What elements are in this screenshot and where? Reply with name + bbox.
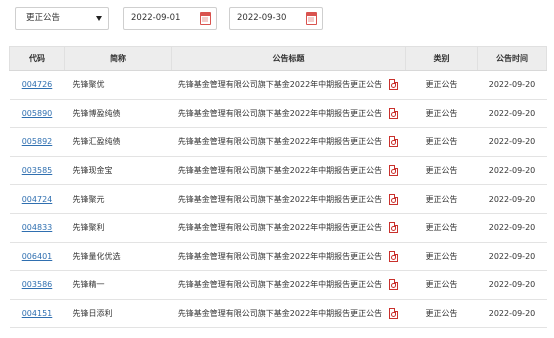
announcement-category: 更正公告 — [405, 242, 478, 272]
pdf-icon[interactable] — [388, 279, 398, 291]
calendar-icon[interactable] — [306, 12, 317, 25]
col-header-title[interactable]: 公告标题 — [171, 46, 406, 71]
announcement-time: 2022-09-20 — [477, 299, 547, 329]
announcement-category: 更正公告 — [405, 99, 478, 129]
table-header-row: 代码 简称 公告标题 类别 公告时间 — [9, 46, 547, 71]
col-header-name[interactable]: 简称 — [64, 46, 172, 71]
announcement-title-link[interactable]: 先锋基金管理有限公司旗下基金2022年中期报告更正公告 — [178, 136, 382, 147]
fund-code-link[interactable]: 005890 — [22, 109, 53, 118]
announcement-category: 更正公告 — [405, 184, 478, 214]
table-row: 005892 先锋汇盈纯债 先锋基金管理有限公司旗下基金2022年中期报告更正公… — [9, 127, 547, 157]
table-row: 006401 先锋量化优选 先锋基金管理有限公司旗下基金2022年中期报告更正公… — [9, 242, 547, 272]
announcement-title-link[interactable]: 先锋基金管理有限公司旗下基金2022年中期报告更正公告 — [178, 165, 382, 176]
announcement-time: 2022-09-20 — [477, 184, 547, 214]
announcement-title-link[interactable]: 先锋基金管理有限公司旗下基金2022年中期报告更正公告 — [178, 308, 382, 319]
announcement-type-select[interactable]: 更正公告 — [15, 7, 109, 30]
announcement-title-link[interactable]: 先锋基金管理有限公司旗下基金2022年中期报告更正公告 — [178, 194, 382, 205]
announcement-category: 更正公告 — [405, 299, 478, 329]
announcement-category: 更正公告 — [405, 127, 478, 157]
announcement-table: 代码 简称 公告标题 类别 公告时间 004726 先锋聚优 先锋基金管理有限公… — [9, 46, 547, 329]
fund-code-link[interactable]: 004151 — [22, 309, 53, 318]
announcement-category: 更正公告 — [405, 70, 478, 100]
fund-name: 先锋博盈纯债 — [64, 99, 172, 129]
fund-code-link[interactable]: 004726 — [22, 80, 53, 89]
pdf-icon[interactable] — [388, 79, 398, 91]
calendar-icon[interactable] — [200, 12, 211, 25]
fund-name: 先锋聚元 — [64, 184, 172, 214]
fund-name: 先锋精一 — [64, 270, 172, 300]
fund-code-link[interactable]: 005892 — [22, 137, 53, 146]
announcement-category: 更正公告 — [405, 270, 478, 300]
announcement-title-link[interactable]: 先锋基金管理有限公司旗下基金2022年中期报告更正公告 — [178, 222, 382, 233]
pdf-icon[interactable] — [388, 222, 398, 234]
announcement-time: 2022-09-20 — [477, 270, 547, 300]
fund-code-link[interactable]: 004724 — [22, 195, 53, 204]
table-row: 003585 先锋现金宝 先锋基金管理有限公司旗下基金2022年中期报告更正公告… — [9, 156, 547, 186]
pdf-icon[interactable] — [388, 250, 398, 262]
fund-name: 先锋量化优选 — [64, 242, 172, 272]
announcement-title-link[interactable]: 先锋基金管理有限公司旗下基金2022年中期报告更正公告 — [178, 108, 382, 119]
announcement-time: 2022-09-20 — [477, 99, 547, 129]
table-row: 004833 先锋聚利 先锋基金管理有限公司旗下基金2022年中期报告更正公告 … — [9, 213, 547, 243]
announcement-time: 2022-09-20 — [477, 242, 547, 272]
announcement-title-link[interactable]: 先锋基金管理有限公司旗下基金2022年中期报告更正公告 — [178, 79, 382, 90]
table-row: 004151 先锋日添利 先锋基金管理有限公司旗下基金2022年中期报告更正公告… — [9, 299, 547, 329]
end-date-value: 2022-09-30 — [237, 13, 287, 23]
col-header-code[interactable]: 代码 — [9, 46, 65, 71]
fund-name: 先锋汇盈纯债 — [64, 127, 172, 157]
table-row: 004724 先锋聚元 先锋基金管理有限公司旗下基金2022年中期报告更正公告 … — [9, 184, 547, 214]
col-header-category[interactable]: 类别 — [405, 46, 478, 71]
pdf-icon[interactable] — [388, 136, 398, 148]
fund-code-link[interactable]: 003585 — [22, 166, 53, 175]
pdf-icon[interactable] — [388, 107, 398, 119]
announcement-title-link[interactable]: 先锋基金管理有限公司旗下基金2022年中期报告更正公告 — [178, 279, 382, 290]
announcement-time: 2022-09-20 — [477, 70, 547, 100]
announcement-type-value: 更正公告 — [26, 13, 61, 23]
fund-code-link[interactable]: 004833 — [22, 223, 53, 232]
fund-name: 先锋聚利 — [64, 213, 172, 243]
table-row: 003586 先锋精一 先锋基金管理有限公司旗下基金2022年中期报告更正公告 … — [9, 270, 547, 300]
announcement-time: 2022-09-20 — [477, 213, 547, 243]
fund-name: 先锋聚优 — [64, 70, 172, 100]
col-header-time[interactable]: 公告时间 — [477, 46, 547, 71]
fund-code-link[interactable]: 003586 — [22, 280, 53, 289]
fund-code-link[interactable]: 006401 — [22, 252, 53, 261]
announcement-time: 2022-09-20 — [477, 127, 547, 157]
start-date-value: 2022-09-01 — [131, 13, 181, 23]
announcement-time: 2022-09-20 — [477, 156, 547, 186]
end-date-field[interactable]: 2022-09-30 — [229, 7, 323, 30]
start-date-field[interactable]: 2022-09-01 — [123, 7, 217, 30]
announcement-title-link[interactable]: 先锋基金管理有限公司旗下基金2022年中期报告更正公告 — [178, 251, 382, 262]
announcement-category: 更正公告 — [405, 213, 478, 243]
pdf-icon[interactable] — [388, 308, 398, 320]
pdf-icon[interactable] — [388, 193, 398, 205]
pdf-icon[interactable] — [388, 165, 398, 177]
fund-name: 先锋现金宝 — [64, 156, 172, 186]
chevron-down-icon — [96, 16, 102, 21]
announcement-category: 更正公告 — [405, 156, 478, 186]
fund-name: 先锋日添利 — [64, 299, 172, 329]
table-row: 005890 先锋博盈纯债 先锋基金管理有限公司旗下基金2022年中期报告更正公… — [9, 99, 547, 129]
table-row: 004726 先锋聚优 先锋基金管理有限公司旗下基金2022年中期报告更正公告 … — [9, 70, 547, 100]
